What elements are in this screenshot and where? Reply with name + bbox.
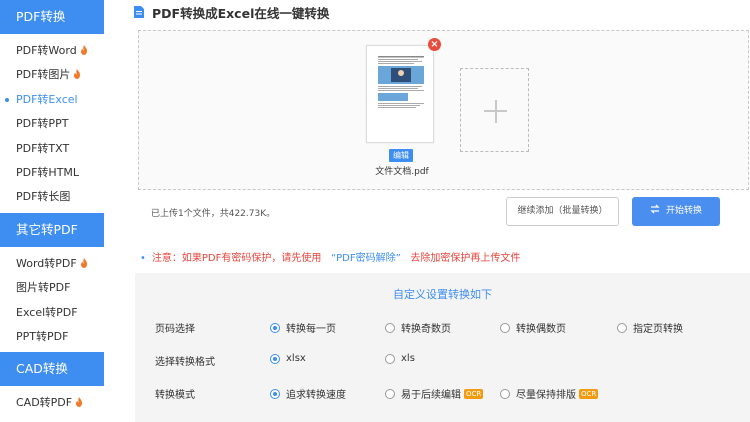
format-row: 选择转换格式 xlsx xls <box>135 350 750 370</box>
settings-title: 自定义设置转换如下 <box>393 288 492 301</box>
option-label: 追求转换速度 <box>286 390 346 401</box>
sidebar-item-label: Excel转PDF <box>16 305 78 319</box>
plus-icon-vertical <box>494 100 497 123</box>
option-xlsx[interactable]: xlsx <box>270 353 306 364</box>
sidebar-item-label: PDF转HTML <box>16 165 80 179</box>
option-label: xlsx <box>286 353 306 364</box>
radio-icon <box>500 322 510 333</box>
swap-icon <box>650 204 660 214</box>
sidebar-item-word-to-pdf[interactable]: Word转PDF <box>0 252 104 276</box>
sidebar-item-label: CAD转PDF <box>16 396 73 410</box>
sidebar-item-label: 图片转PDF <box>16 281 71 295</box>
sidebar-item-pdf-to-html[interactable]: PDF转HTML <box>0 161 104 185</box>
fire-icon <box>74 69 81 80</box>
mode-row: 转换模式 追求转换速度 易于后续编辑 OCR 尽量保持排版 OCR <box>135 383 750 403</box>
start-convert-button[interactable]: 开始转换 <box>632 197 720 226</box>
upload-status-text: 已上传1个文件，共422.73K。 <box>151 209 276 219</box>
radio-icon <box>385 353 395 364</box>
row-label: 转换模式 <box>155 390 195 401</box>
page-selection-row: 页码选择 转换每一页 转换奇数页 转换偶数页 指定页转换 <box>135 317 750 337</box>
sidebar-section-other[interactable]: 其它转PDF <box>0 212 104 247</box>
sidebar-item-pdf-to-ppt[interactable]: PDF转PPT <box>0 112 104 136</box>
option-keep-layout[interactable]: 尽量保持排版 OCR <box>500 386 599 401</box>
radio-icon <box>385 322 395 333</box>
sidebar-item-pdf-to-txt[interactable]: PDF转TXT <box>0 137 104 161</box>
main-panel: PDF转换成Excel在线一键转换 × 编辑 文件文档.pdf 已上传1个文件，… <box>120 0 750 422</box>
file-thumbnail <box>375 53 427 125</box>
fire-icon <box>80 257 87 268</box>
option-label: 转换奇数页 <box>401 324 451 335</box>
page-header: PDF转换成Excel在线一键转换 <box>134 3 329 21</box>
option-label: 易于后续编辑 <box>401 390 461 401</box>
continue-add-button[interactable]: 继续添加（批量转换） <box>506 197 619 226</box>
fire-icon <box>80 45 87 55</box>
settings-panel: 自定义设置转换如下 页码选择 转换每一页 转换奇数页 转换偶数页 指定页转换 选… <box>135 273 750 422</box>
sidebar-item-pdf-to-excel[interactable]: PDF转Excel <box>0 88 104 112</box>
option-label: 转换偶数页 <box>516 324 566 335</box>
sidebar-item-label: PDF转TXT <box>16 141 70 155</box>
option-editable[interactable]: 易于后续编辑 OCR <box>385 386 484 401</box>
edit-file-button[interactable]: 编辑 <box>389 149 413 162</box>
upload-dropzone[interactable]: × 编辑 文件文档.pdf <box>138 30 749 190</box>
radio-icon <box>270 322 280 333</box>
sidebar-item-excel-to-pdf[interactable]: Excel转PDF <box>0 301 104 325</box>
add-file-slot[interactable] <box>460 68 529 152</box>
option-odd-pages[interactable]: 转换奇数页 <box>385 320 451 335</box>
sidebar-list-pdf: PDF转Word PDF转图片 PDF转Excel PDF转PPT PDF转TX… <box>0 34 104 213</box>
option-label: 转换每一页 <box>286 324 336 335</box>
start-convert-label: 开始转换 <box>665 206 702 216</box>
fire-icon <box>76 397 83 408</box>
sidebar-section-pdf[interactable]: PDF转换 <box>0 0 104 34</box>
sidebar-item-pdf-to-long-image[interactable]: PDF转长图 <box>0 185 104 209</box>
page-title: PDF转换成Excel在线一键转换 <box>152 5 330 21</box>
option-speed[interactable]: 追求转换速度 <box>270 386 346 401</box>
option-label: 指定页转换 <box>633 324 683 335</box>
option-label: 尽量保持排版 <box>516 390 576 401</box>
file-name: 文件文档.pdf <box>375 167 429 177</box>
sidebar: PDF转换 PDF转Word PDF转图片 PDF转Excel PDF转PPT … <box>0 0 104 422</box>
option-xls[interactable]: xls <box>385 353 415 364</box>
ocr-badge: OCR <box>464 388 484 399</box>
ocr-badge: OCR <box>579 388 599 399</box>
active-dot-icon <box>5 97 9 102</box>
row-label: 选择转换格式 <box>155 357 215 368</box>
row-label: 页码选择 <box>155 324 195 335</box>
notice-bullet: • <box>140 253 146 264</box>
sidebar-item-ppt-to-pdf[interactable]: PPT转PDF <box>0 325 104 349</box>
option-even-pages[interactable]: 转换偶数页 <box>500 320 566 335</box>
document-icon <box>134 6 144 18</box>
option-all-pages[interactable]: 转换每一页 <box>270 320 336 335</box>
radio-icon <box>270 388 280 399</box>
sidebar-section-cad[interactable]: CAD转换 <box>0 352 104 387</box>
sidebar-item-label: PDF转PPT <box>16 117 69 131</box>
sidebar-item-pdf-to-word[interactable]: PDF转Word <box>0 39 104 63</box>
notice-prefix: 注意：如果PDF有密码保护，请先使用 <box>151 253 322 264</box>
sidebar-item-cad-to-pdf[interactable]: CAD转PDF <box>0 391 104 415</box>
sidebar-item-label: PDF转长图 <box>16 190 71 204</box>
sidebar-list-other: Word转PDF 图片转PDF Excel转PDF PPT转PDF <box>0 247 104 353</box>
password-notice: • 注意：如果PDF有密码保护，请先使用 “PDF密码解除” 去除加密保护再上传文… <box>140 249 520 264</box>
sidebar-item-image-to-pdf[interactable]: 图片转PDF <box>0 276 104 300</box>
sidebar-item-label: Word转PDF <box>16 256 77 270</box>
sidebar-item-label: PDF转Word <box>16 44 77 57</box>
sidebar-list-cad: CAD转PDF <box>0 386 104 418</box>
option-specified-pages[interactable]: 指定页转换 <box>617 320 683 335</box>
sidebar-item-label: PPT转PDF <box>16 329 69 343</box>
sidebar-item-label: PDF转图片 <box>16 68 71 82</box>
sidebar-item-pdf-to-image[interactable]: PDF转图片 <box>0 63 104 87</box>
password-remove-link[interactable]: “PDF密码解除” <box>331 253 401 264</box>
remove-file-button[interactable]: × <box>428 38 441 51</box>
sidebar-item-label: PDF转Excel <box>16 92 78 106</box>
radio-icon <box>270 353 280 364</box>
radio-icon <box>385 388 395 399</box>
radio-icon <box>500 388 510 399</box>
radio-icon <box>617 322 627 333</box>
file-card[interactable] <box>366 45 434 143</box>
option-label: xls <box>401 353 415 364</box>
notice-suffix: 去除加密保护再上传文件 <box>410 253 521 264</box>
